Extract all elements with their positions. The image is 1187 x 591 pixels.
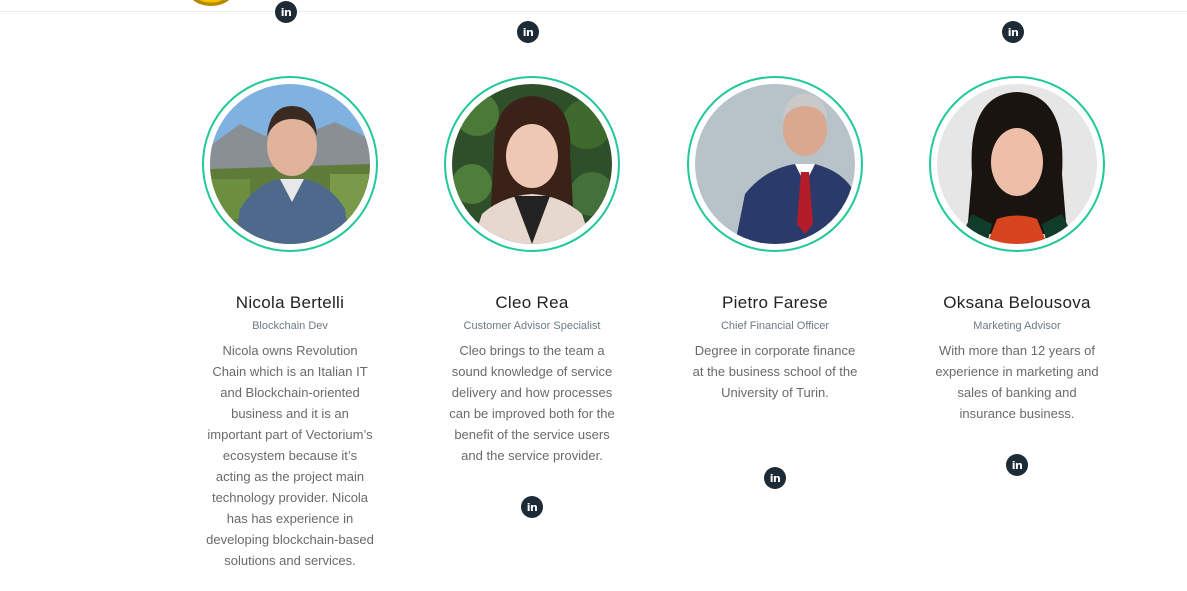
header-bar (0, 0, 1187, 12)
member-bio: Nicola owns Revolution Chain which is an… (206, 343, 374, 568)
member-role: Customer Advisor Specialist (463, 320, 601, 332)
member-role: Chief Financial Officer (720, 320, 829, 332)
linkedin-icon[interactable]: in (275, 1, 297, 23)
linkedin-icon[interactable]: in (764, 467, 786, 489)
member-name: Pietro Farese (722, 293, 828, 312)
team-member-card: Pietro Farese Chief Financial Officer De… (670, 76, 880, 489)
member-role: Marketing Advisor (973, 320, 1061, 332)
avatar (937, 84, 1097, 244)
team-member-card: Cleo Rea Customer Advisor Specialist Cle… (427, 76, 637, 518)
avatar-ring (444, 76, 620, 252)
avatar-ring (929, 76, 1105, 252)
avatar (210, 84, 370, 244)
avatar-ring (202, 76, 378, 252)
avatar (695, 84, 855, 244)
member-name: Cleo Rea (495, 293, 569, 312)
member-name: Nicola Bertelli (235, 293, 345, 312)
member-role: Blockchain Dev (252, 320, 328, 332)
member-name: Oksana Belousova (943, 293, 1091, 312)
member-bio: Degree in corporate finance at the busin… (692, 343, 858, 400)
linkedin-icon[interactable]: in (1002, 21, 1024, 43)
linkedin-icon[interactable]: in (1006, 454, 1028, 476)
avatar (452, 84, 612, 244)
avatar-ring (687, 76, 863, 252)
team-member-card: Nicola Bertelli Blockchain Dev Nicola ow… (185, 76, 395, 571)
member-bio: With more than 12 years of experience in… (935, 343, 1099, 421)
linkedin-icon[interactable]: in (521, 496, 543, 518)
team-member-card: Oksana Belousova Marketing Advisor With … (912, 76, 1122, 476)
member-bio: Cleo brings to the team a sound knowledg… (449, 343, 615, 463)
linkedin-icon[interactable]: in (517, 21, 539, 43)
